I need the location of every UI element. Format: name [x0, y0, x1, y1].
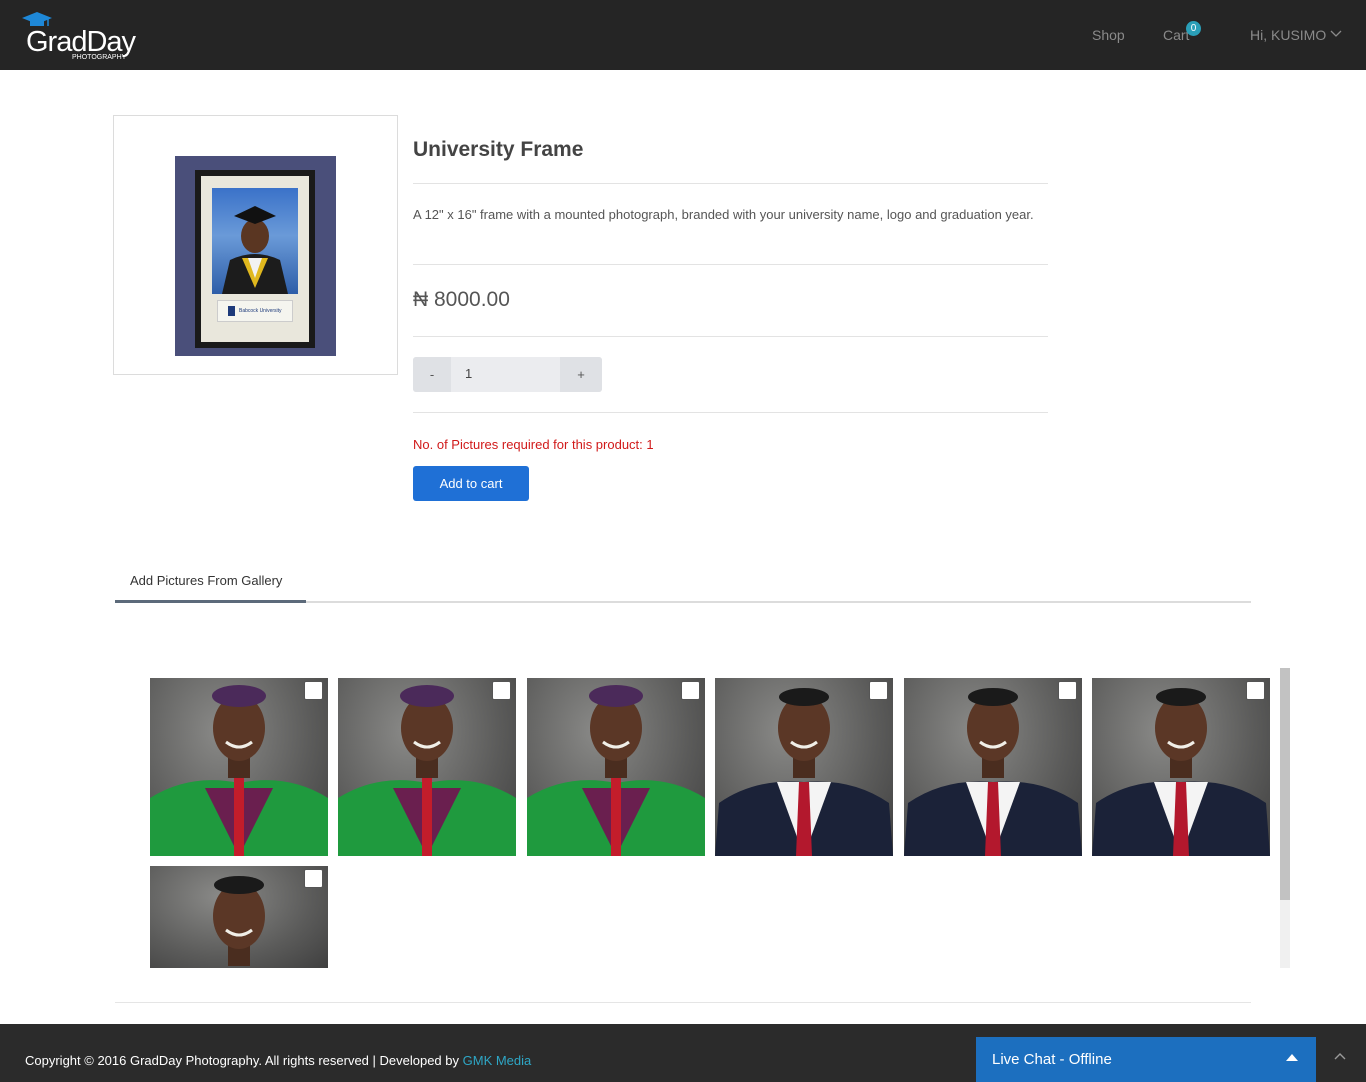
live-chat-widget[interactable]: Live Chat - Offline — [976, 1037, 1316, 1082]
divider — [115, 1002, 1251, 1003]
tab-add-pictures-from-gallery[interactable]: Add Pictures From Gallery — [115, 563, 306, 603]
photo-select-checkbox[interactable] — [1246, 681, 1265, 700]
copyright-label: Copyright © 2016 GradDay Photography. Al… — [25, 1053, 463, 1068]
product-image: Babcock University — [175, 156, 336, 356]
increase-quantity-button[interactable]: + — [560, 357, 602, 392]
photo-select-checkbox[interactable] — [492, 681, 511, 700]
scroll-to-top-icon[interactable] — [1334, 1052, 1346, 1060]
frame-plaque: Babcock University — [217, 300, 293, 322]
photo-select-checkbox[interactable] — [681, 681, 700, 700]
developer-link[interactable]: GMK Media — [463, 1053, 532, 1068]
quantity-stepper: - 1 + — [413, 357, 602, 392]
copyright-text: Copyright © 2016 GradDay Photography. Al… — [25, 1053, 531, 1068]
gallery-photo[interactable] — [527, 678, 705, 856]
chevron-down-icon[interactable] — [1330, 30, 1342, 38]
chevron-up-icon[interactable] — [1286, 1054, 1298, 1062]
product-description: A 12" x 16" frame with a mounted photogr… — [413, 207, 1034, 222]
photo-select-checkbox[interactable] — [304, 681, 323, 700]
divider — [413, 264, 1048, 265]
photo-select-checkbox[interactable] — [304, 869, 323, 888]
live-chat-label: Live Chat - Offline — [992, 1051, 1112, 1068]
photo-select-checkbox[interactable] — [1058, 681, 1077, 700]
gallery-photo[interactable] — [904, 678, 1082, 856]
pictures-required-notice: No. of Pictures required for this produc… — [413, 437, 654, 452]
user-menu[interactable]: Hi, KUSIMO — [1250, 27, 1326, 43]
product-image-box: Babcock University — [113, 115, 398, 375]
gallery-photo[interactable] — [1092, 678, 1270, 856]
divider — [413, 336, 1048, 337]
gallery-scrollbar-thumb[interactable] — [1280, 668, 1290, 900]
graduate-photo — [212, 188, 298, 294]
gallery-photo[interactable] — [150, 678, 328, 856]
product-price: ₦ 8000.00 — [413, 288, 510, 311]
logo-subtitle: PHOTOGRAPHY — [72, 54, 127, 61]
gallery-photo[interactable] — [338, 678, 516, 856]
product-title: University Frame — [413, 138, 584, 161]
gallery-grid — [150, 678, 1275, 968]
divider — [413, 412, 1048, 413]
decrease-quantity-button[interactable]: - — [413, 357, 451, 392]
plaque-text: Babcock University — [239, 308, 282, 314]
add-to-cart-button[interactable]: Add to cart — [413, 466, 529, 501]
photo-select-checkbox[interactable] — [869, 681, 888, 700]
graday-logo[interactable]: GradDay PHOTOGRAPHY — [20, 12, 140, 62]
nav-shop-link[interactable]: Shop — [1092, 27, 1125, 43]
gallery-photo[interactable] — [715, 678, 893, 856]
divider — [413, 183, 1048, 184]
gallery-photo[interactable] — [150, 866, 328, 968]
cart-count-badge: 0 — [1186, 21, 1201, 36]
top-navbar: GradDay PHOTOGRAPHY Shop Cart 0 Hi, KUSI… — [0, 0, 1366, 70]
quantity-input[interactable]: 1 — [465, 366, 472, 381]
